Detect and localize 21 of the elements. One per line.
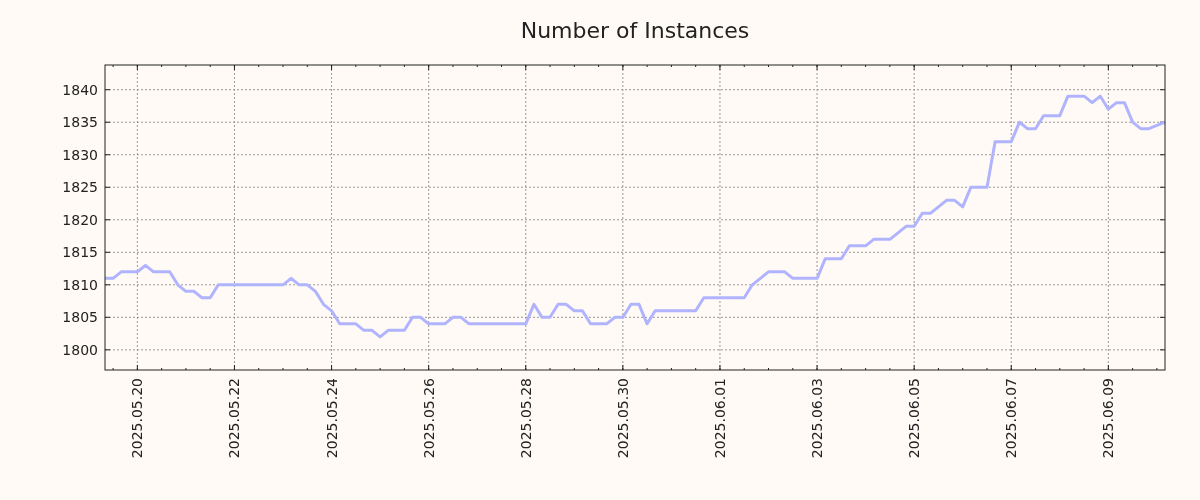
y-tick-label: 1830: [62, 146, 98, 163]
x-tick-label: 2025.06.05: [906, 378, 923, 459]
x-tick-label: 2025.05.26: [420, 378, 437, 459]
y-tick-label: 1800: [62, 341, 98, 358]
y-tick-label: 1820: [62, 211, 98, 228]
x-tick-label: 2025.05.28: [517, 378, 534, 459]
x-tick-label: 2025.05.22: [226, 378, 243, 459]
x-tick-label: 2025.05.24: [323, 378, 340, 459]
x-tick-label: 2025.06.01: [711, 378, 728, 459]
y-tick-label: 1825: [62, 179, 98, 196]
y-tick-label: 1815: [62, 244, 98, 261]
x-tick-label: 2025.05.30: [614, 378, 631, 459]
chart-title: Number of Instances: [520, 18, 750, 43]
y-tick-label: 1840: [62, 81, 98, 98]
x-tick-label: 2025.06.09: [1100, 378, 1117, 459]
y-tick-label: 1810: [62, 276, 98, 293]
y-tick-label: 1805: [62, 309, 98, 326]
x-tick-label: 2025.06.03: [809, 378, 826, 459]
y-tick-label: 1835: [62, 114, 98, 131]
x-tick-label: 2025.05.20: [129, 378, 146, 459]
x-tick-label: 2025.06.07: [1003, 378, 1020, 459]
